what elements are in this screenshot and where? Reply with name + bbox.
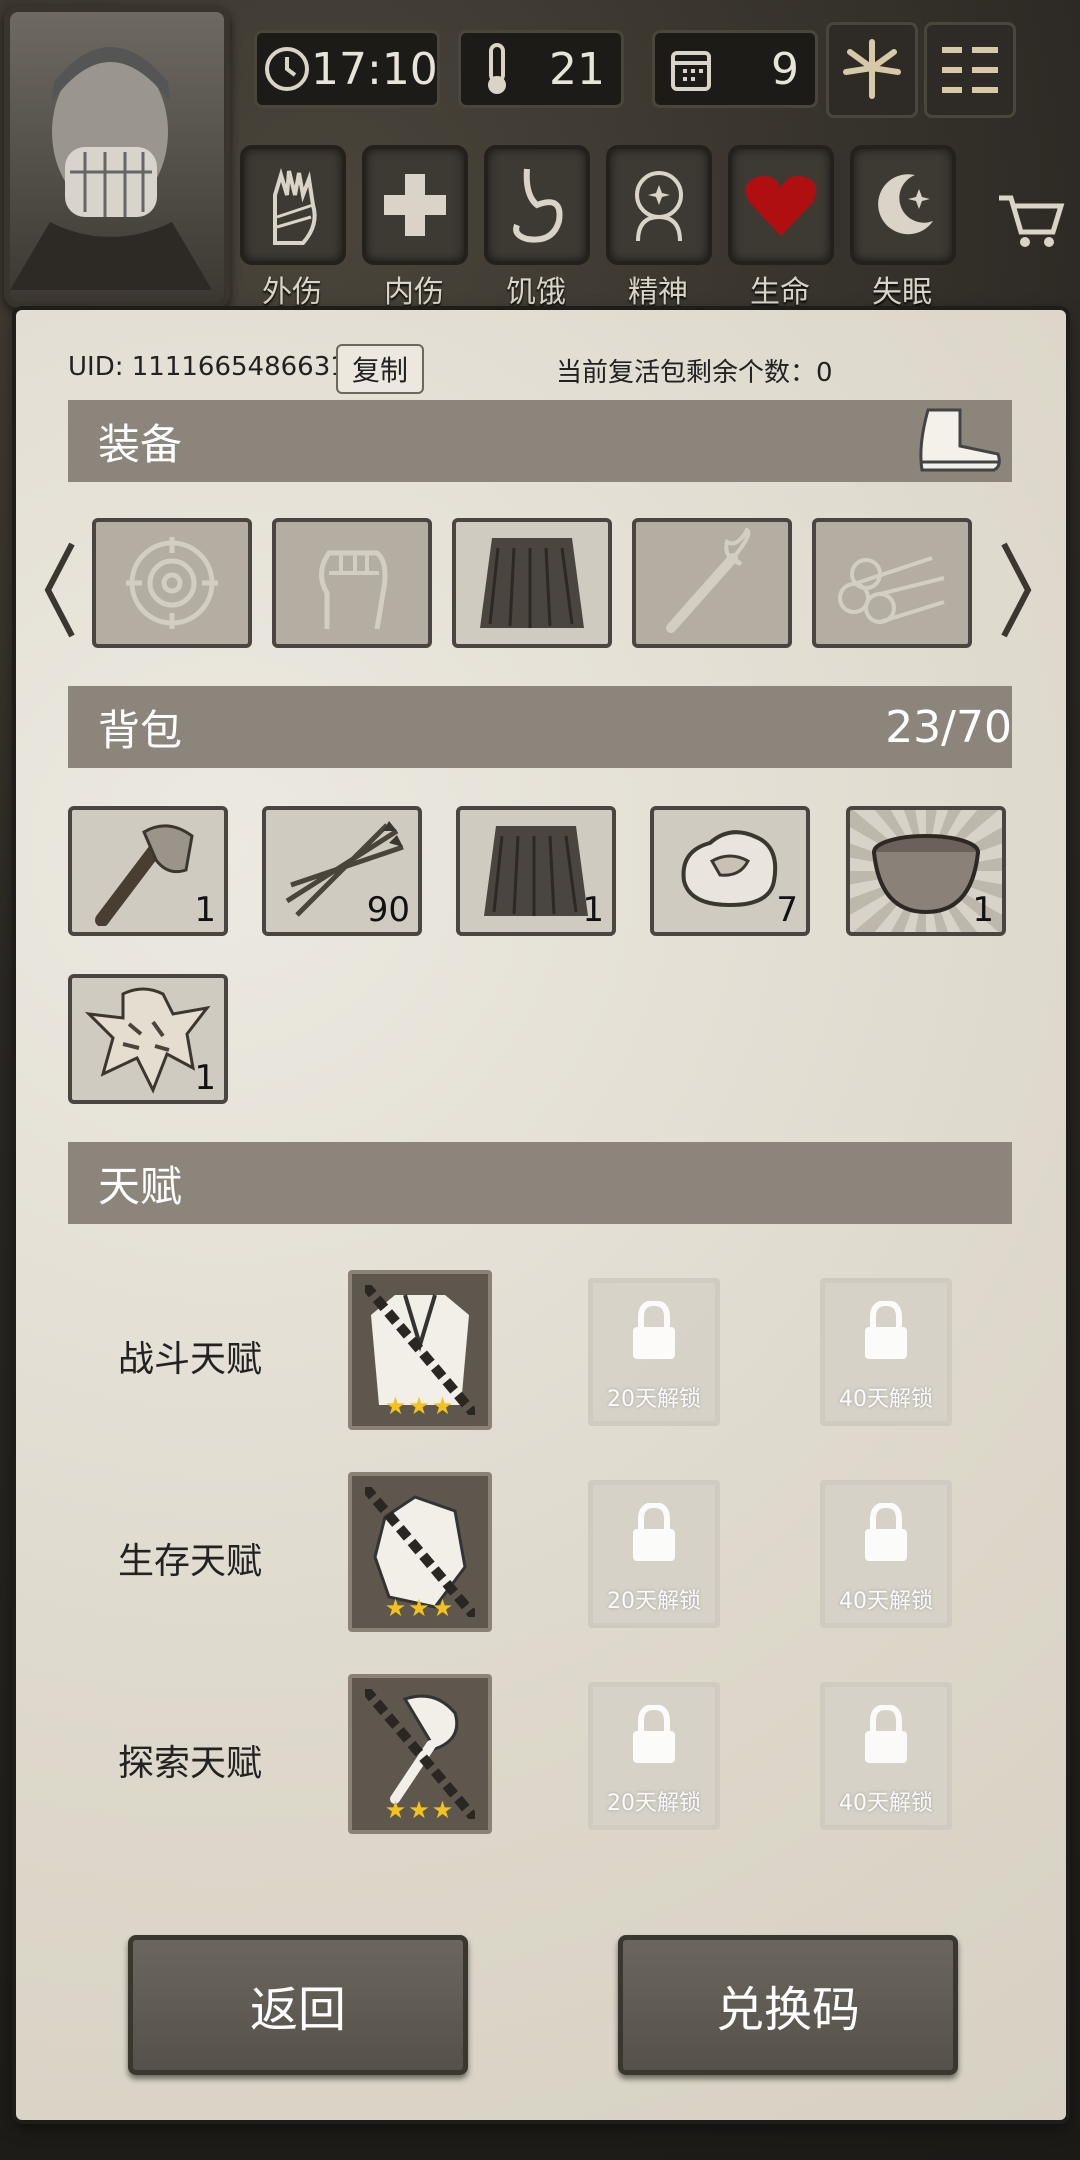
temperature-display: 21 [458,30,624,108]
backpack-header: 背包 23/70 [68,686,1012,768]
menu-button[interactable] [924,22,1016,118]
equipment-prev-arrow[interactable] [40,540,80,640]
status-internal-injury[interactable]: 内伤 [362,145,468,311]
backpack-item-tiger-pelt[interactable]: 1 [68,974,228,1104]
raw-meat-icon [681,830,778,908]
status-hunger[interactable]: 饥饿 [484,145,590,311]
lock-icon [865,1503,907,1561]
fist-icon [319,550,388,630]
thermometer-icon [467,39,527,99]
calendar-icon [661,39,721,99]
cross-icon [384,174,446,236]
lock-icon [865,1301,907,1359]
talent-title: 天赋 [98,1161,183,1211]
temperature-value: 21 [549,43,605,95]
equipment-title: 装备 [98,419,183,469]
grass-skirt-icon [480,538,584,628]
target-icon [126,537,218,629]
status-external-injury[interactable]: 外伤 [240,145,346,311]
lock-icon [633,1705,675,1763]
status-health[interactable]: 生命 [728,145,834,311]
survival-talent-label: 生存天赋 [117,1541,262,1582]
lock-icon [633,1301,675,1359]
exploration-talent-lock-1[interactable]: 20天解锁 [588,1682,720,1830]
combat-talent-lock-1[interactable]: 20天解锁 [588,1278,720,1426]
equipment-header: 装备 [68,400,1012,482]
time-value: 17:10 [311,43,438,95]
status-mental[interactable]: 精神 [606,145,712,311]
clock-icon [263,39,311,99]
moon-star-icon [878,174,933,235]
backpack-item-stone-axe[interactable]: 1 [68,806,228,936]
copy-uid-button[interactable]: 复制 [336,344,424,394]
grass-skirt-icon [484,826,588,916]
backpack-item-wooden-bowl[interactable]: 1 [846,806,1006,936]
cart-icon [999,195,1065,247]
leaf-button[interactable] [826,22,918,118]
equipment-slot-skirt[interactable] [452,518,612,648]
torch-icon [666,528,751,633]
exploration-talent-label: 探索天赋 [117,1743,262,1784]
exploration-talent-lock-2[interactable]: 40天解锁 [820,1682,952,1830]
day-value: 9 [771,43,799,95]
backpack-capacity: 23/70 [885,701,1012,753]
bowl-icon [872,834,980,915]
logs-icon [838,556,945,624]
status-insomnia[interactable]: 失眠 [850,145,956,311]
menu-icon [942,47,998,93]
equipment-slot-logs[interactable] [812,518,972,648]
head-icon [635,171,683,242]
redeem-code-button[interactable]: 兑换码 [618,1935,958,2075]
backpack-item-arrows[interactable]: 90 [262,806,422,936]
boot-icon [914,400,1004,482]
equipment-slot-target[interactable] [92,518,252,648]
uid-text: UID: 1111665486631 [68,352,347,382]
equipment-slot-fist[interactable] [272,518,432,648]
survival-talent-lock-2[interactable]: 40天解锁 [820,1480,952,1628]
combat-talent-icon[interactable]: ★★★ [348,1270,492,1430]
survival-talent-icon[interactable]: ★★★ [348,1472,492,1632]
exploration-talent-icon[interactable]: ★★★ [348,1674,492,1834]
heart-icon [745,175,817,236]
combat-talent-lock-2[interactable]: 40天解锁 [820,1278,952,1426]
equipment-next-arrow[interactable] [996,540,1036,640]
backpack-title: 背包 [98,705,183,755]
back-button[interactable]: 返回 [128,1935,468,2075]
backpack-item-raw-meat[interactable]: 7 [650,806,810,936]
time-display: 17:10 [254,30,440,108]
combat-talent-label: 战斗天赋 [117,1339,262,1380]
status-row: 外伤 内伤 饥饿 精神 生命 失眠 [240,145,980,310]
survival-talent-lock-1[interactable]: 20天解锁 [588,1480,720,1628]
backpack-item-grass-skirt[interactable]: 1 [456,806,616,936]
revive-pack-count: 当前复活包剩余个数：0 [556,358,833,388]
lock-icon [865,1705,907,1763]
character-portrait[interactable] [4,6,230,308]
stomach-icon [513,168,563,243]
lock-icon [633,1503,675,1561]
leaf-icon [843,39,901,99]
talent-header: 天赋 [68,1142,1012,1224]
stone-axe-icon [95,824,194,926]
day-display: 9 [652,30,818,108]
equipment-slot-torch[interactable] [632,518,792,648]
shop-cart-button[interactable] [990,180,1070,260]
bandaged-hand-icon [273,168,317,245]
